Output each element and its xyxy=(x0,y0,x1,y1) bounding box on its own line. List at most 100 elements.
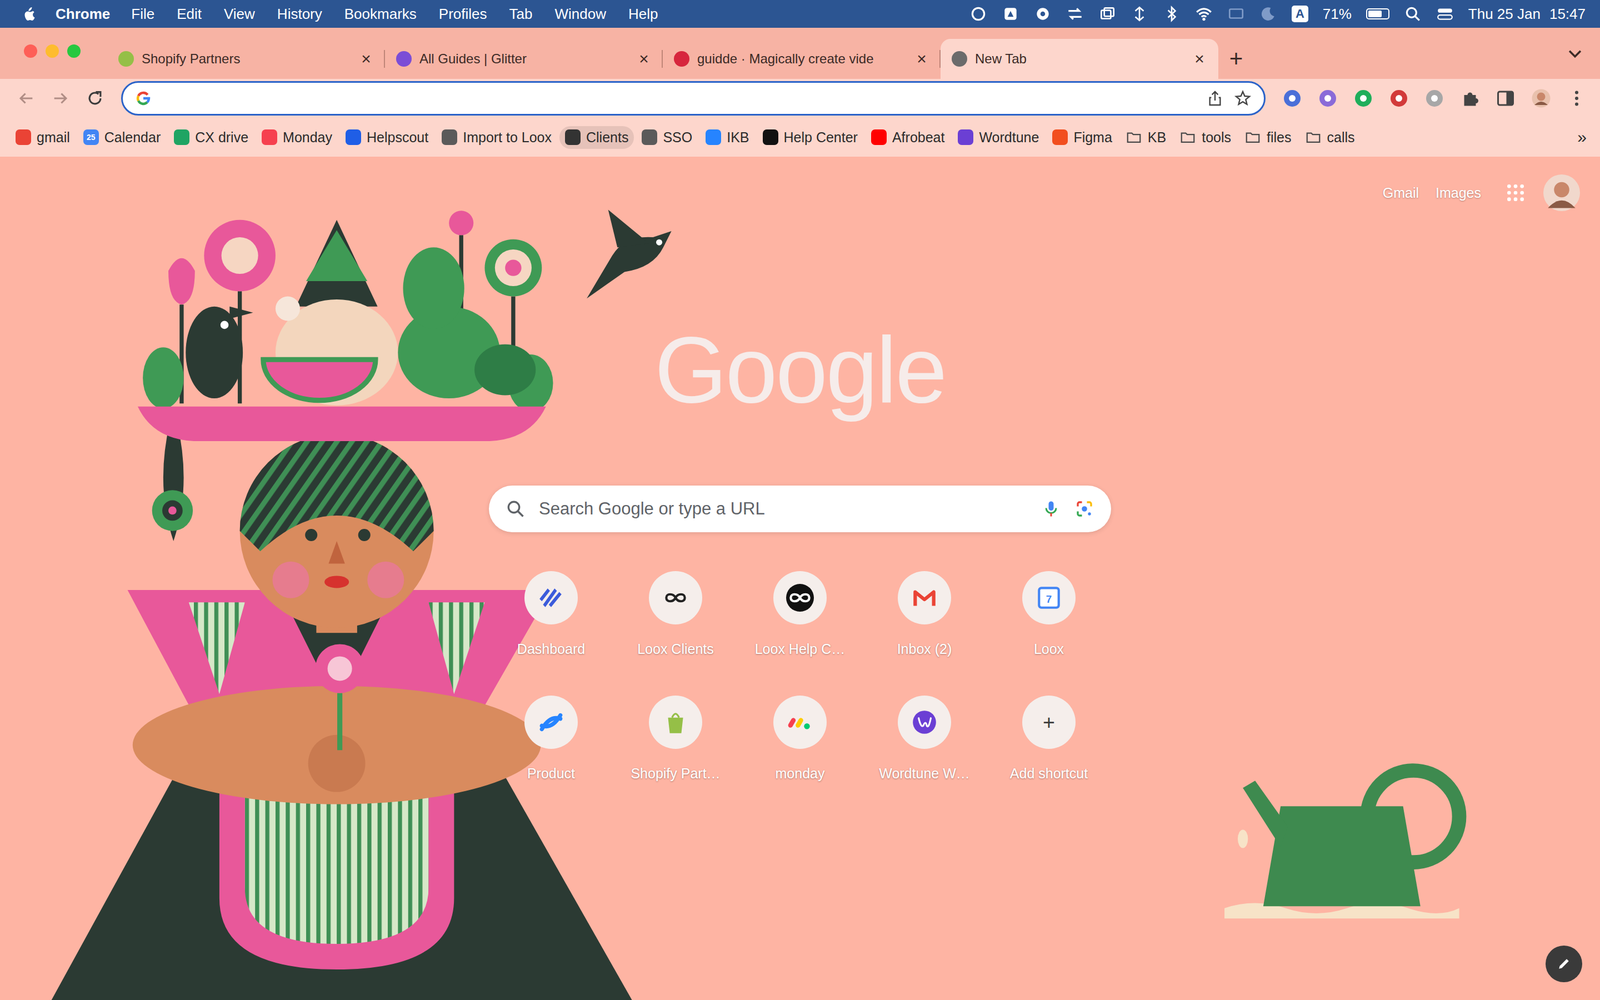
close-window-button[interactable] xyxy=(23,44,38,58)
menu-item[interactable]: Bookmarks xyxy=(333,5,428,23)
menu-item[interactable]: Edit xyxy=(165,5,213,23)
screen-mirror-icon[interactable] xyxy=(1227,5,1245,23)
input-source[interactable]: A xyxy=(1291,5,1309,23)
header-link[interactable]: Images xyxy=(1435,185,1482,202)
zoom-window-button[interactable] xyxy=(67,44,81,58)
bookmark[interactable]: gmail xyxy=(10,126,76,149)
page-header: Gmail Images xyxy=(0,156,1600,229)
extensions-button[interactable] xyxy=(1453,82,1487,114)
shortcut-tile[interactable]: Inbox (2) xyxy=(862,571,987,696)
tab[interactable]: New Tab× xyxy=(940,38,1219,79)
bookmark[interactable]: tools xyxy=(1173,125,1237,149)
tab[interactable]: All Guides | Glitter × xyxy=(385,38,663,79)
wifi-icon[interactable] xyxy=(1195,5,1213,23)
forward-button[interactable] xyxy=(43,82,78,114)
tab-close-button[interactable]: × xyxy=(358,49,374,69)
mail-icon[interactable] xyxy=(1033,5,1052,23)
customize-button[interactable] xyxy=(1545,945,1583,983)
tab-close-button[interactable]: × xyxy=(636,49,652,69)
address-input[interactable] xyxy=(161,89,1197,108)
drive-icon[interactable] xyxy=(1001,5,1020,23)
reload-button[interactable] xyxy=(77,82,113,114)
extension-button[interactable] xyxy=(1275,82,1309,114)
app-menu[interactable]: Chrome xyxy=(55,5,110,23)
shortcut-tile[interactable]: Dashboard xyxy=(488,571,614,696)
bookmark[interactable]: KB xyxy=(1120,125,1172,149)
apple-icon[interactable] xyxy=(21,4,39,24)
bookmark[interactable]: CX drive xyxy=(168,126,254,149)
bookmark[interactable]: Help Center xyxy=(757,126,864,149)
menu-item[interactable]: View xyxy=(212,5,267,23)
shortcut-tile[interactable]: Loox Clients xyxy=(613,571,738,696)
apps-grid-icon[interactable] xyxy=(1504,181,1527,204)
bookmark[interactable]: IKB xyxy=(700,126,755,149)
shortcut-tile[interactable]: Wordtune W… xyxy=(862,695,987,820)
account-avatar-icon[interactable] xyxy=(1543,174,1580,212)
shortcut-tile[interactable]: Product xyxy=(488,695,614,820)
bookmark[interactable]: SSO xyxy=(636,126,698,149)
clock-date: Thu 25 Jan xyxy=(1468,5,1541,23)
share-icon[interactable] xyxy=(1206,89,1224,108)
menu-item[interactable]: Window xyxy=(543,5,617,23)
bookmarks-bar: gmail25CalendarCX driveMondayHelpscoutIm… xyxy=(0,117,1600,157)
control-center-icon[interactable] xyxy=(1436,5,1454,23)
address-bar[interactable] xyxy=(121,81,1266,116)
microphone-icon[interactable] xyxy=(1041,498,1062,519)
bookmark[interactable]: Clients xyxy=(559,126,634,149)
clock[interactable]: Thu 25 Jan15:47 xyxy=(1468,5,1586,23)
menu-item[interactable]: Profiles xyxy=(427,5,499,23)
network-icon[interactable] xyxy=(1130,5,1149,23)
bookmark[interactable]: Import to Loox xyxy=(436,126,558,149)
bookmark-label: Wordtune xyxy=(978,129,1039,146)
arrows-icon[interactable] xyxy=(1066,5,1084,23)
status-app-icon[interactable] xyxy=(969,5,988,23)
star-icon[interactable] xyxy=(1233,89,1252,108)
bookmark[interactable]: Helpscout xyxy=(340,126,434,149)
back-button[interactable] xyxy=(8,82,44,114)
tab-close-button[interactable]: × xyxy=(913,49,930,69)
menu-item[interactable]: Help xyxy=(617,5,669,23)
kebab-icon xyxy=(1566,88,1587,109)
menu-item[interactable]: File xyxy=(120,5,166,23)
header-link[interactable]: Gmail xyxy=(1382,185,1419,202)
shortcut-tile[interactable]: Loox Help C… xyxy=(737,571,863,696)
shortcut-tile[interactable]: Shopify Part… xyxy=(613,695,738,820)
minimize-window-button[interactable] xyxy=(45,44,59,58)
extension-button[interactable] xyxy=(1311,82,1345,114)
extension-button[interactable] xyxy=(1417,82,1452,114)
bookmarks-overflow-button[interactable]: » xyxy=(1571,127,1593,147)
chevron-down-icon[interactable] xyxy=(1565,43,1585,63)
dots-logo-icon xyxy=(786,708,814,737)
shortcut-tile[interactable]: 7Loox xyxy=(986,571,1112,696)
tab[interactable]: guidde · Magically create vide× xyxy=(662,38,941,79)
search-box[interactable]: Search Google or type a URL xyxy=(488,485,1112,533)
bookmark[interactable]: Wordtune xyxy=(952,126,1045,149)
bluetooth-icon[interactable] xyxy=(1162,5,1181,23)
bookmark[interactable]: Monday xyxy=(256,126,338,149)
new-tab-page: GmailImagesGoogleSearch Google or type a… xyxy=(0,156,1600,1000)
side-panel-button[interactable] xyxy=(1488,82,1523,114)
menu-item[interactable]: History xyxy=(266,5,334,23)
bookmark[interactable]: Figma xyxy=(1046,126,1118,149)
menu-item[interactable]: Tab xyxy=(498,5,544,23)
google-lens-icon[interactable] xyxy=(1074,498,1095,519)
moon-icon[interactable] xyxy=(1259,5,1278,23)
bookmark[interactable]: files xyxy=(1238,125,1297,149)
shortcut-tile[interactable]: monday xyxy=(737,695,863,820)
battery-icon[interactable] xyxy=(1366,8,1390,20)
windows-icon[interactable] xyxy=(1098,5,1117,23)
search-icon[interactable] xyxy=(1403,5,1422,23)
extension-button[interactable] xyxy=(1382,82,1416,114)
extension-button[interactable] xyxy=(1346,82,1380,114)
tab-close-button[interactable]: × xyxy=(1191,49,1208,69)
shortcut-tile[interactable]: +Add shortcut xyxy=(986,695,1112,820)
bookmark[interactable]: 25Calendar xyxy=(77,126,167,149)
new-tab-button[interactable]: + xyxy=(1218,38,1254,79)
tab-label: All Guides | Glitter xyxy=(419,51,629,67)
folder-icon xyxy=(1244,128,1262,146)
bookmark[interactable]: calls xyxy=(1299,125,1361,149)
menu-button[interactable] xyxy=(1560,82,1594,114)
tab[interactable]: Shopify Partners× xyxy=(107,38,385,79)
bookmark[interactable]: Afrobeat xyxy=(865,126,951,149)
profile-button[interactable] xyxy=(1524,82,1558,114)
